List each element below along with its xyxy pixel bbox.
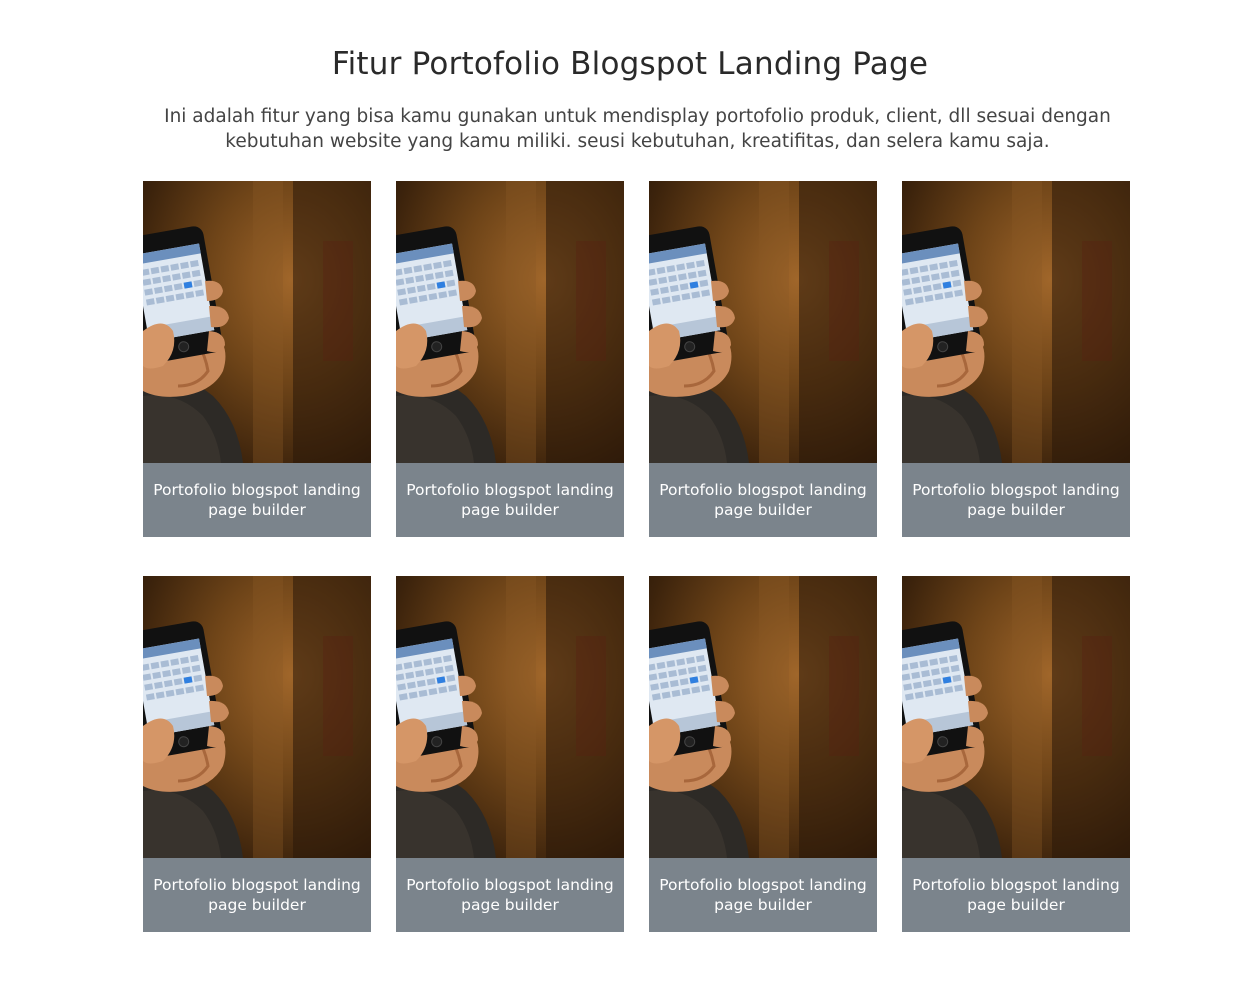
portfolio-card[interactable]: Portofolio blogspot landing page builder xyxy=(143,181,371,537)
portfolio-card[interactable]: Portofolio blogspot landing page builder xyxy=(649,576,877,932)
portfolio-card[interactable]: Portofolio blogspot landing page builder xyxy=(143,576,371,932)
portfolio-caption: Portofolio blogspot landing page builder xyxy=(649,463,877,537)
portfolio-image[interactable] xyxy=(396,576,624,858)
portfolio-image[interactable] xyxy=(143,181,371,463)
section-title: Fitur Portofolio Blogspot Landing Page xyxy=(331,46,929,82)
portfolio-image[interactable] xyxy=(649,576,877,858)
portfolio-caption: Portofolio blogspot landing page builder xyxy=(143,858,371,932)
portfolio-card[interactable]: Portofolio blogspot landing page builder xyxy=(649,181,877,537)
portfolio-caption: Portofolio blogspot landing page builder xyxy=(902,858,1130,932)
portfolio-card[interactable]: Portofolio blogspot landing page builder xyxy=(902,576,1130,932)
portfolio-caption: Portofolio blogspot landing page builder xyxy=(396,463,624,537)
portfolio-image[interactable] xyxy=(902,576,1130,858)
portfolio-caption: Portofolio blogspot landing page builder xyxy=(396,858,624,932)
portfolio-card[interactable]: Portofolio blogspot landing page builder xyxy=(396,181,624,537)
portfolio-grid: Portofolio blogspot landing page builder xyxy=(143,181,1130,932)
portfolio-image[interactable] xyxy=(902,181,1130,463)
portfolio-card[interactable]: Portofolio blogspot landing page builder xyxy=(396,576,624,932)
portfolio-image[interactable] xyxy=(649,181,877,463)
section-description: Ini adalah fitur yang bisa kamu gunakan … xyxy=(164,106,1111,152)
portfolio-image[interactable] xyxy=(143,576,371,858)
portfolio-card[interactable]: Portofolio blogspot landing page builder xyxy=(902,181,1130,537)
portfolio-image[interactable] xyxy=(396,181,624,463)
portfolio-section: Fitur Portofolio Blogspot Landing Page I… xyxy=(0,0,1260,1002)
portfolio-caption: Portofolio blogspot landing page builder xyxy=(143,463,371,537)
portfolio-caption: Portofolio blogspot landing page builder xyxy=(649,858,877,932)
portfolio-caption: Portofolio blogspot landing page builder xyxy=(902,463,1130,537)
